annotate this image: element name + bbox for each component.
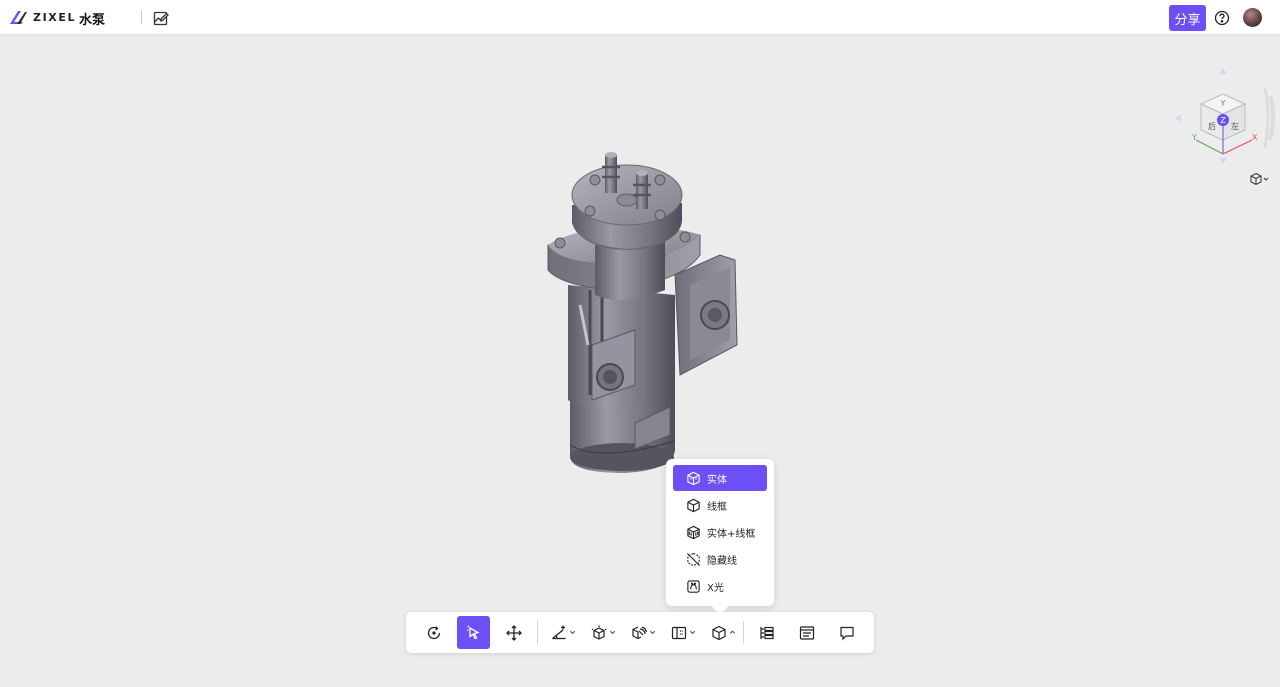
- view-cube[interactable]: Z 后 左 Y Y X: [1172, 66, 1276, 170]
- share-button[interactable]: 分享: [1169, 5, 1206, 31]
- logo-text: ZIXEL: [33, 11, 77, 24]
- chevron-down-icon: [569, 630, 575, 635]
- pan-button[interactable]: [497, 616, 530, 649]
- chevron-up-icon: [729, 630, 735, 634]
- rotate-icon: [427, 625, 440, 639]
- comments-button[interactable]: [830, 616, 863, 649]
- axis-x-label: X: [1252, 133, 1258, 142]
- menu-item-wireframe[interactable]: 线框: [673, 492, 767, 518]
- properties-button[interactable]: [790, 616, 823, 649]
- view-cube-face-top[interactable]: Z: [1220, 116, 1226, 125]
- wireframe-cube-icon: [687, 498, 700, 512]
- cube-icon: [711, 625, 726, 640]
- document-title: 水泵: [79, 13, 106, 28]
- view-cube-face-right[interactable]: 左: [1231, 121, 1239, 131]
- view-button[interactable]: [666, 616, 700, 649]
- rotate-button[interactable]: [417, 616, 450, 649]
- select-button[interactable]: [457, 616, 490, 649]
- hidden-line-icon: [687, 552, 700, 566]
- edit-image-icon[interactable]: [153, 10, 169, 26]
- menu-item-label: 实体: [707, 474, 727, 486]
- select-cursor-icon: [466, 624, 480, 639]
- help-icon[interactable]: [1214, 10, 1230, 26]
- view-cube-down-arrow[interactable]: [1219, 158, 1227, 164]
- view-icon: [671, 626, 686, 639]
- menu-item-solid-wireframe[interactable]: 实体+线框: [673, 519, 767, 545]
- chevron-down-icon: [609, 630, 615, 635]
- view-cube-face-front[interactable]: 后: [1208, 121, 1216, 131]
- chevron-down-icon: [1263, 177, 1269, 181]
- section-icon: [631, 625, 647, 639]
- properties-icon: [799, 625, 814, 640]
- menu-item-label: 实体+线框: [707, 528, 756, 540]
- bottom-toolbar: [406, 612, 874, 653]
- menu-item-xray[interactable]: X光: [673, 573, 767, 599]
- xray-icon: [687, 579, 700, 593]
- menu-item-label: X光: [707, 582, 724, 594]
- user-avatar[interactable]: [1243, 8, 1262, 27]
- toolbar-divider: [743, 621, 744, 644]
- render-mode-button[interactable]: [706, 616, 740, 649]
- pan-move-icon: [505, 624, 522, 641]
- zixel-logo-icon: [10, 11, 27, 24]
- render-mode-menu: 实体 线框 实体+线框 隐藏线 X光: [666, 459, 774, 606]
- explode-icon: [591, 625, 606, 640]
- top-header: ZIXEL 水泵 分享: [0, 0, 1280, 35]
- view-cube-menu-button[interactable]: [1249, 171, 1271, 186]
- measure-icon: [551, 625, 565, 639]
- menu-item-solid[interactable]: 实体: [673, 465, 767, 491]
- chevron-down-icon: [689, 630, 695, 635]
- view-cube-rotate-arc[interactable]: [1268, 95, 1275, 141]
- zixel-logo[interactable]: ZIXEL: [9, 9, 76, 26]
- chevron-down-icon: [649, 630, 655, 635]
- menu-item-hidden-line[interactable]: 隐藏线: [673, 546, 767, 572]
- section-button[interactable]: [626, 616, 660, 649]
- toolbar-divider: [537, 621, 538, 644]
- pump-3d-model[interactable]: [540, 145, 745, 480]
- solid-wireframe-icon: [687, 525, 700, 539]
- view-cube-up-arrow[interactable]: [1219, 68, 1227, 74]
- tree-icon: [759, 626, 774, 639]
- view-cube-face-back[interactable]: Y: [1220, 99, 1226, 108]
- axis-y-label: Y: [1191, 133, 1197, 142]
- view-cube-left-arrow[interactable]: [1175, 114, 1181, 122]
- measure-button[interactable]: [546, 616, 580, 649]
- header-divider: [141, 11, 142, 24]
- solid-cube-icon: [687, 471, 700, 485]
- menu-item-label: 隐藏线: [707, 555, 737, 567]
- explode-button[interactable]: [586, 616, 620, 649]
- model-tree-button[interactable]: [750, 616, 783, 649]
- menu-item-label: 线框: [707, 501, 727, 513]
- comment-icon: [839, 626, 854, 640]
